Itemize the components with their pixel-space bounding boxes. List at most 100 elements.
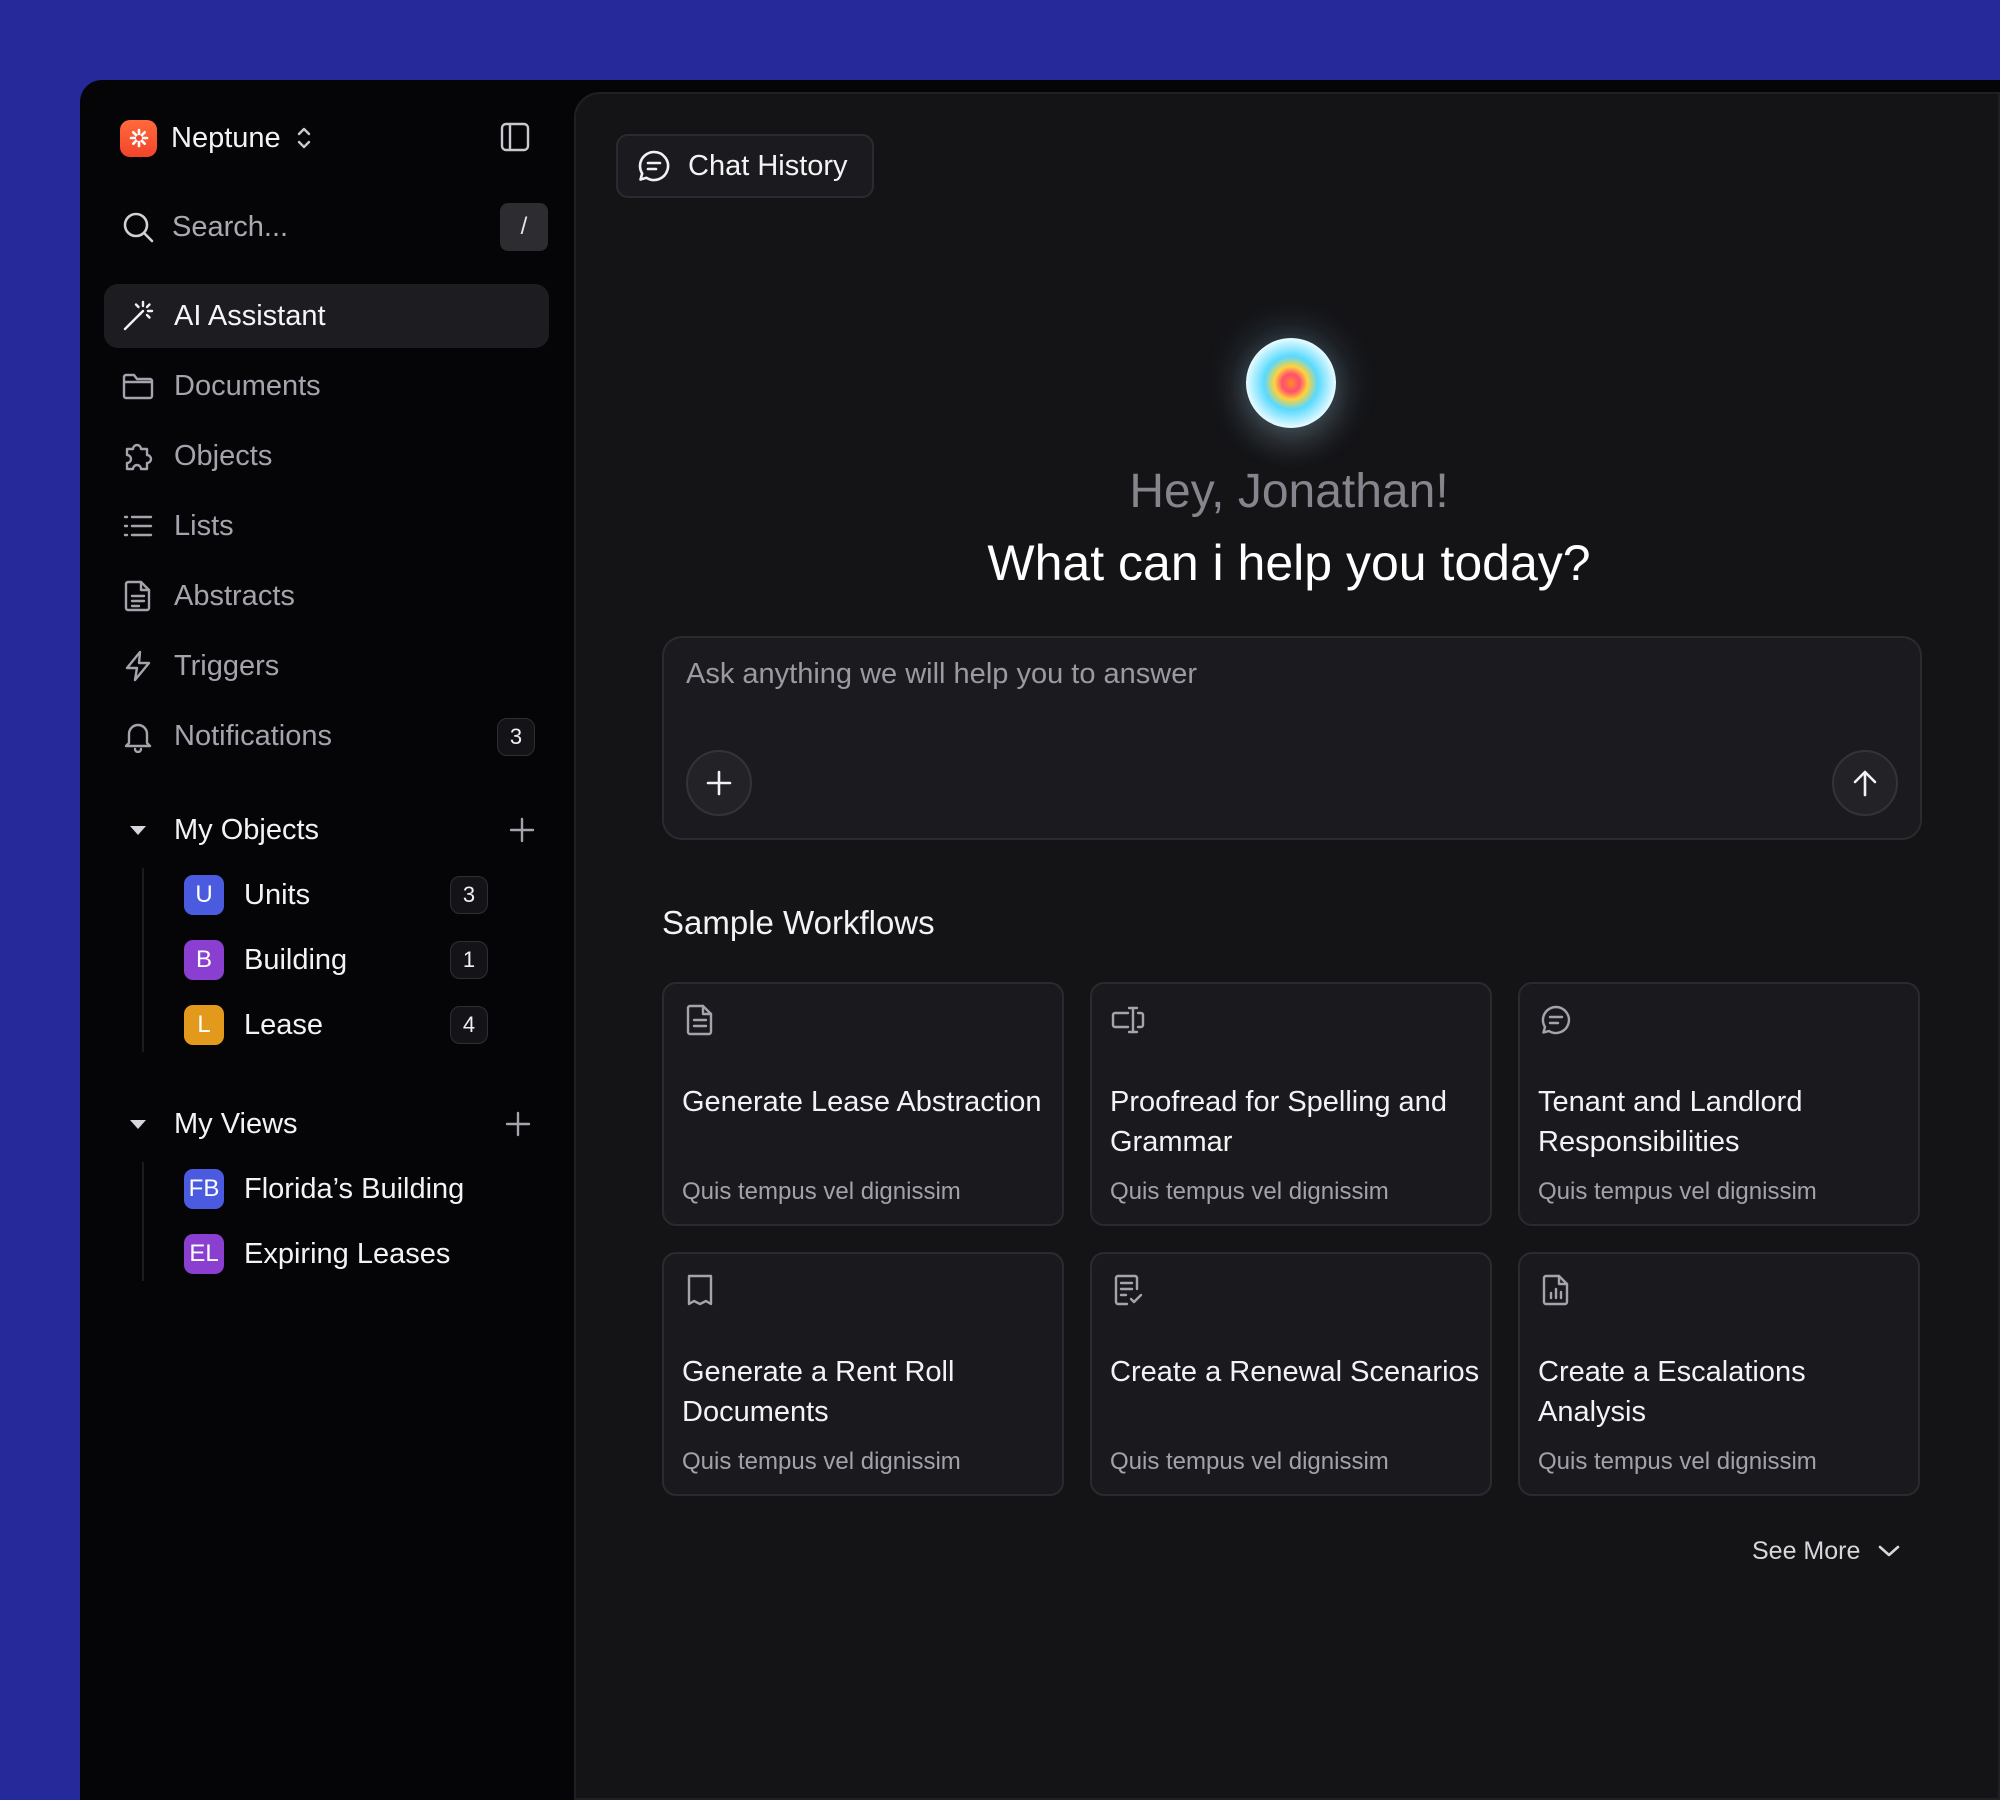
caret-down-icon[interactable] <box>120 823 156 837</box>
nav-item-label: Triggers <box>174 649 280 682</box>
workflow-subtitle: Quis tempus vel dignissim <box>1538 1178 1817 1205</box>
workspace-switcher[interactable]: Neptune <box>120 118 313 158</box>
add-attachment-button[interactable] <box>686 750 752 816</box>
view-label: Florida’s Building <box>244 1172 465 1205</box>
workflow-title: Create a Renewal Scenarios <box>1110 1356 1480 1388</box>
workflow-subtitle: Quis tempus vel dignissim <box>1538 1448 1817 1475</box>
page-title: What can i help you today? <box>987 535 1591 591</box>
nav-item-label: Abstracts <box>174 579 295 612</box>
nav-item-label: Notifications <box>174 719 332 752</box>
chat-history-label: Chat History <box>688 149 848 182</box>
add-object-button[interactable] <box>504 812 540 848</box>
object-label: Units <box>244 878 311 911</box>
sidebar-toggle-icon[interactable] <box>498 120 532 154</box>
search-bar: / <box>120 202 548 252</box>
workflow-title: Generate a Rent Roll Documents <box>682 1356 955 1428</box>
my-objects-section: My Objects U Units 3 B Building 1 L Leas… <box>120 806 540 1063</box>
workflow-subtitle: Quis tempus vel dignissim <box>682 1178 961 1205</box>
workflow-title: Create a Escalations Analysis <box>1538 1356 1806 1428</box>
avatar: U <box>184 875 224 915</box>
workflow-card[interactable]: Proofread for Spelling and Grammar Quis … <box>1090 982 1492 1226</box>
workflow-subtitle: Quis tempus vel dignissim <box>1110 1448 1389 1475</box>
prompt-input[interactable] <box>686 658 1886 691</box>
workflow-card[interactable]: Generate Lease Abstraction Quis tempus v… <box>662 982 1064 1226</box>
nav-item-label: Lists <box>174 509 234 542</box>
object-label: Lease <box>244 1008 324 1041</box>
workflow-card[interactable]: Create a Escalations Analysis Quis tempu… <box>1518 1252 1920 1496</box>
prompt-composer <box>662 636 1922 840</box>
avatar: FB <box>184 1169 224 1209</box>
notifications-count-badge: 3 <box>497 718 535 756</box>
nav-item-objects[interactable]: Objects <box>104 424 549 488</box>
object-item-lease[interactable]: L Lease 4 <box>184 998 540 1052</box>
avatar: L <box>184 1005 224 1045</box>
nav-item-label: AI Assistant <box>174 299 326 332</box>
chat-icon <box>1538 1002 1574 1038</box>
search-input[interactable] <box>172 210 472 244</box>
nav-item-notifications[interactable]: Notifications 3 <box>104 704 549 768</box>
avatar: B <box>184 940 224 980</box>
chat-icon <box>636 148 672 184</box>
chevron-up-down-icon <box>295 125 313 151</box>
object-count-badge: 1 <box>450 941 488 979</box>
object-item-units[interactable]: U Units 3 <box>184 868 540 922</box>
section-title: My Views <box>174 1107 298 1140</box>
nav-item-lists[interactable]: Lists <box>104 494 549 558</box>
folder-icon <box>120 368 156 404</box>
nav-item-documents[interactable]: Documents <box>104 354 549 418</box>
workflow-subtitle: Quis tempus vel dignissim <box>1110 1178 1389 1205</box>
search-icon <box>120 209 156 245</box>
object-label: Building <box>244 943 348 976</box>
workspace-name: Neptune <box>171 121 281 154</box>
nav-item-label: Documents <box>174 369 321 402</box>
workflow-title: Generate Lease Abstraction <box>682 1086 1042 1118</box>
view-item-expiring-leases[interactable]: EL Expiring Leases <box>184 1227 540 1281</box>
see-more-label: See More <box>1752 1536 1861 1565</box>
object-count-badge: 4 <box>450 1006 488 1044</box>
chart-file-icon <box>1538 1272 1574 1308</box>
my-views-section: My Views FB Florida’s Building EL Expiri… <box>120 1100 540 1292</box>
arrow-up-icon <box>1853 770 1877 797</box>
workflows-title: Sample Workflows <box>662 904 935 941</box>
my-objects-list: U Units 3 B Building 1 L Lease 4 <box>142 868 540 1052</box>
search-shortcut-key: / <box>500 203 548 251</box>
checklist-icon <box>1110 1272 1146 1308</box>
workspace-logo-icon <box>120 119 157 157</box>
main-panel: Chat History Hey, Jonathan! What can i h… <box>574 92 2000 1800</box>
workflow-title: Proofread for Spelling and Grammar <box>1110 1086 1447 1158</box>
document-icon <box>120 578 156 614</box>
chat-history-button[interactable]: Chat History <box>616 134 874 198</box>
send-button[interactable] <box>1832 750 1898 816</box>
workflows-grid: Generate Lease Abstraction Quis tempus v… <box>662 982 1924 1496</box>
workflow-title: Tenant and Landlord Responsibilities <box>1538 1086 1803 1158</box>
nav-item-ai-assistant[interactable]: AI Assistant <box>104 284 549 348</box>
receipt-icon <box>682 1272 718 1308</box>
app-window: Neptune / AI Assistant <box>80 80 2000 1800</box>
lightning-icon <box>120 648 156 684</box>
text-cursor-icon <box>1110 1002 1146 1038</box>
workflow-card[interactable]: Generate a Rent Roll Documents Quis temp… <box>662 1252 1064 1496</box>
add-view-button[interactable] <box>500 1106 536 1142</box>
my-views-header[interactable]: My Views <box>120 1100 540 1148</box>
avatar: EL <box>184 1234 224 1274</box>
object-item-building[interactable]: B Building 1 <box>184 933 540 987</box>
puzzle-icon <box>120 438 156 474</box>
my-views-list: FB Florida’s Building EL Expiring Leases <box>142 1162 540 1281</box>
ai-orb-logo <box>1246 338 1336 428</box>
nav-item-abstracts[interactable]: Abstracts <box>104 564 549 628</box>
caret-down-icon[interactable] <box>120 1117 156 1131</box>
object-count-badge: 3 <box>450 876 488 914</box>
my-objects-header[interactable]: My Objects <box>120 806 540 854</box>
bell-icon <box>120 718 156 754</box>
list-icon <box>120 508 156 544</box>
workflow-card[interactable]: Tenant and Landlord Responsibilities Qui… <box>1518 982 1920 1226</box>
view-label: Expiring Leases <box>244 1237 451 1270</box>
see-more-button[interactable]: See More <box>1752 1536 1904 1566</box>
view-item-floridas-building[interactable]: FB Florida’s Building <box>184 1162 540 1216</box>
workflow-card[interactable]: Create a Renewal Scenarios Quis tempus v… <box>1090 1252 1492 1496</box>
magic-wand-icon <box>120 298 156 334</box>
sidebar: Neptune / AI Assistant <box>80 80 570 1800</box>
plus-icon <box>706 770 732 796</box>
nav-item-triggers[interactable]: Triggers <box>104 634 549 698</box>
document-icon <box>682 1002 718 1038</box>
